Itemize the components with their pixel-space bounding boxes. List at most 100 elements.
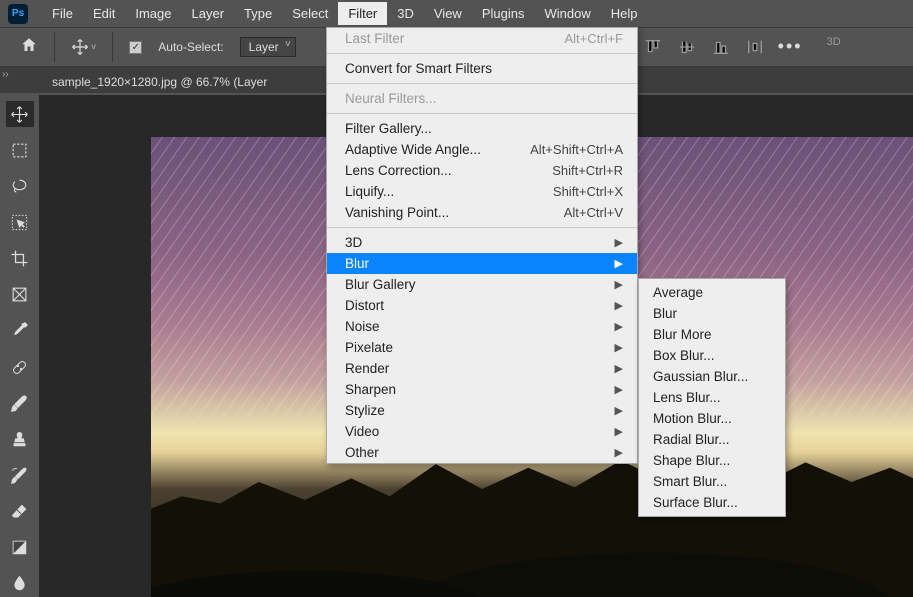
menu-lens-correction[interactable]: Lens Correction... Shift+Ctrl+R: [327, 160, 637, 181]
menu-bar: Ps File Edit Image Layer Type Select Fil…: [0, 0, 913, 27]
submenu-motion-blur[interactable]: Motion Blur...: [639, 408, 785, 429]
menu-item-shortcut: Alt+Shift+Ctrl+A: [530, 142, 623, 157]
menu-3d-submenu[interactable]: 3D ▶: [327, 232, 637, 253]
menu-window[interactable]: Window: [534, 2, 600, 25]
history-brush-tool[interactable]: [6, 462, 34, 488]
object-select-tool[interactable]: [6, 209, 34, 235]
brush-tool[interactable]: [6, 390, 34, 416]
menu-item-label: Pixelate: [345, 340, 393, 355]
menu-neural-filters[interactable]: Neural Filters...: [327, 88, 637, 109]
align-group: ••• 3D: [642, 36, 841, 58]
menu-item-label: Convert for Smart Filters: [345, 61, 492, 76]
panel-handle-icon[interactable]: ››: [2, 69, 9, 80]
menu-noise-submenu[interactable]: Noise▶: [327, 316, 637, 337]
menu-item-label: Liquify...: [345, 184, 394, 199]
submenu-arrow-icon: ▶: [605, 362, 623, 375]
submenu-lens-blur[interactable]: Lens Blur...: [639, 387, 785, 408]
submenu-shape-blur[interactable]: Shape Blur...: [639, 450, 785, 471]
submenu-arrow-icon: ▶: [605, 236, 623, 249]
layer-select-dropdown[interactable]: Layer: [240, 37, 296, 57]
menu-help[interactable]: Help: [601, 2, 648, 25]
menu-item-label: Blur Gallery: [345, 277, 416, 292]
gradient-tool[interactable]: [6, 535, 34, 561]
menu-3d[interactable]: 3D: [387, 2, 424, 25]
3d-mode-label[interactable]: 3D: [827, 36, 841, 58]
blur-tool[interactable]: [6, 571, 34, 597]
crop-tool[interactable]: [6, 246, 34, 272]
distribute-icon[interactable]: [744, 36, 766, 58]
move-tool[interactable]: [6, 101, 34, 127]
submenu-smart-blur[interactable]: Smart Blur...: [639, 471, 785, 492]
eyedropper-tool[interactable]: [6, 318, 34, 344]
menu-liquify[interactable]: Liquify... Shift+Ctrl+X: [327, 181, 637, 202]
menu-item-label: Last Filter: [345, 31, 404, 46]
menu-video-submenu[interactable]: Video▶: [327, 421, 637, 442]
menu-filter-gallery[interactable]: Filter Gallery...: [327, 118, 637, 139]
menu-select[interactable]: Select: [282, 2, 338, 25]
menu-blur-gallery-submenu[interactable]: Blur Gallery ▶: [327, 274, 637, 295]
menu-stylize-submenu[interactable]: Stylize▶: [327, 400, 637, 421]
menu-vanishing-point[interactable]: Vanishing Point... Alt+Ctrl+V: [327, 202, 637, 223]
menu-filter[interactable]: Filter: [338, 2, 387, 25]
menu-layer[interactable]: Layer: [182, 2, 235, 25]
submenu-gaussian-blur[interactable]: Gaussian Blur...: [639, 366, 785, 387]
submenu-arrow-icon: ▶: [605, 341, 623, 354]
menu-item-label: Blur: [345, 256, 369, 271]
eraser-tool[interactable]: [6, 499, 34, 525]
marquee-tool[interactable]: [6, 137, 34, 163]
menu-other-submenu[interactable]: Other▶: [327, 442, 637, 463]
submenu-blur[interactable]: Blur: [639, 303, 785, 324]
menu-item-label: Distort: [345, 298, 384, 313]
menu-blur-submenu[interactable]: Blur▶: [327, 253, 637, 274]
menu-item-label: Filter Gallery...: [345, 121, 432, 136]
menu-item-label: Adaptive Wide Angle...: [345, 142, 481, 157]
submenu-arrow-icon: ▶: [605, 278, 623, 291]
menu-adaptive-wide-angle[interactable]: Adaptive Wide Angle... Alt+Shift+Ctrl+A: [327, 139, 637, 160]
menu-item-label: Sharpen: [345, 382, 396, 397]
menu-last-filter[interactable]: Last Filter Alt+Ctrl+F: [327, 28, 637, 49]
filter-menu-dropdown: Last Filter Alt+Ctrl+F Convert for Smart…: [326, 27, 638, 464]
lasso-tool[interactable]: [6, 173, 34, 199]
document-tab[interactable]: sample_1920×1280.jpg @ 66.7% (Layer: [44, 71, 275, 93]
submenu-box-blur[interactable]: Box Blur...: [639, 345, 785, 366]
menu-item-label: 3D: [345, 235, 362, 250]
menu-plugins[interactable]: Plugins: [472, 2, 535, 25]
menu-sharpen-submenu[interactable]: Sharpen ▶: [327, 379, 637, 400]
menu-item-label: Lens Correction...: [345, 163, 452, 178]
auto-select-checkbox[interactable]: ✓: [129, 41, 142, 54]
menu-image[interactable]: Image: [125, 2, 181, 25]
auto-select-label: Auto-Select:: [158, 40, 223, 54]
menu-distort-submenu[interactable]: Distort ▶: [327, 295, 637, 316]
submenu-radial-blur[interactable]: Radial Blur...: [639, 429, 785, 450]
menu-item-label: Other: [345, 445, 379, 460]
stamp-tool[interactable]: [6, 426, 34, 452]
menu-item-shortcut: Shift+Ctrl+R: [552, 163, 623, 178]
menu-view[interactable]: View: [424, 2, 472, 25]
menu-file[interactable]: File: [42, 2, 83, 25]
menu-item-shortcut: Alt+Ctrl+F: [564, 31, 623, 46]
submenu-blur-more[interactable]: Blur More: [639, 324, 785, 345]
align-vcenter-icon[interactable]: [676, 36, 698, 58]
menu-pixelate-submenu[interactable]: Pixelate ▶: [327, 337, 637, 358]
menu-type[interactable]: Type: [234, 2, 282, 25]
submenu-surface-blur[interactable]: Surface Blur...: [639, 492, 785, 513]
align-top-icon[interactable]: [642, 36, 664, 58]
submenu-average[interactable]: Average: [639, 282, 785, 303]
menu-item-shortcut: Alt+Ctrl+V: [564, 205, 623, 220]
move-tool-icon[interactable]: ˅: [71, 38, 96, 56]
submenu-arrow-icon: ▶: [605, 383, 623, 396]
submenu-arrow-icon: ▶: [605, 299, 623, 312]
menu-item-label: Neural Filters...: [345, 91, 437, 106]
ps-logo: Ps: [8, 4, 28, 24]
healing-tool[interactable]: [6, 354, 34, 380]
align-bottom-icon[interactable]: [710, 36, 732, 58]
more-icon[interactable]: •••: [778, 36, 803, 58]
menu-item-label: Video: [345, 424, 379, 439]
tools-panel: [0, 95, 39, 597]
menu-item-label: Render: [345, 361, 389, 376]
menu-convert-smart[interactable]: Convert for Smart Filters: [327, 58, 637, 79]
menu-edit[interactable]: Edit: [83, 2, 125, 25]
home-icon[interactable]: [20, 36, 38, 59]
menu-render-submenu[interactable]: Render ▶: [327, 358, 637, 379]
frame-tool[interactable]: [6, 282, 34, 308]
